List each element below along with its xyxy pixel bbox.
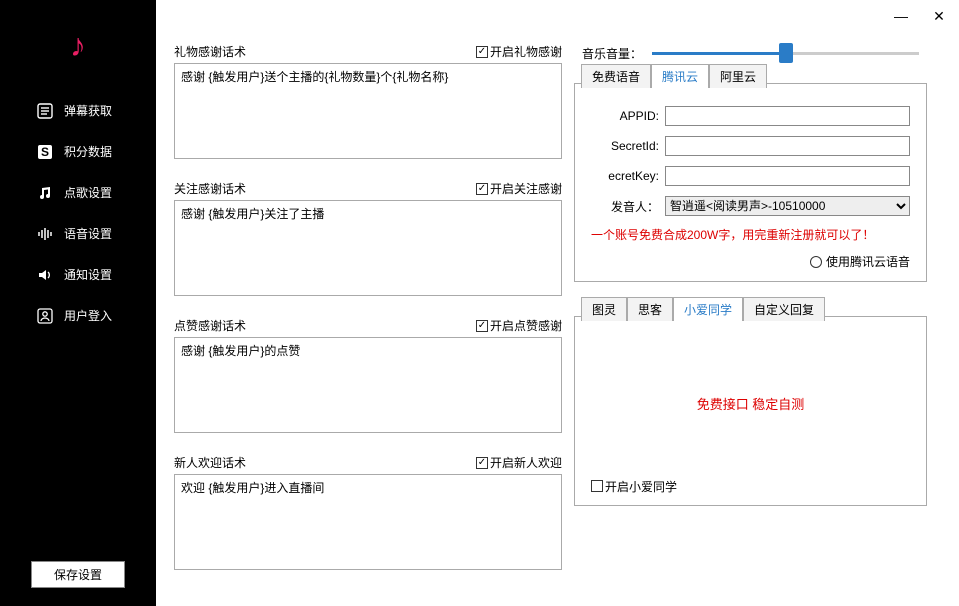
follow-block: 关注感谢话术 ✓开启关注感谢 <box>174 180 562 299</box>
sidebar-item-song[interactable]: 点歌设置 <box>0 172 156 213</box>
s-icon: S <box>36 144 54 160</box>
appid-label: APPID: <box>591 109 665 123</box>
welcome-checkbox[interactable]: ✓开启新人欢迎 <box>476 454 562 471</box>
right-column: 音乐音量： 免费语音 腾讯云 阿里云 APPID: SecretId: <box>574 8 951 598</box>
bot-panel: 图灵 思客 小爱同学 自定义回复 免费接口 稳定自测 开启小爱同学 <box>574 316 927 506</box>
secretkey-input[interactable] <box>665 166 910 186</box>
volume-label: 音乐音量： <box>582 45 642 62</box>
music-note-icon: ♪ <box>70 27 86 64</box>
welcome-textarea[interactable] <box>174 474 562 570</box>
follow-textarea[interactable] <box>174 200 562 296</box>
sidebar-item-voice[interactable]: 语音设置 <box>0 213 156 254</box>
gift-block: 礼物感谢话术 ✓开启礼物感谢 <box>174 43 562 162</box>
gift-checkbox[interactable]: ✓开启礼物感谢 <box>476 43 562 60</box>
volume-slider[interactable] <box>652 43 919 63</box>
enable-xiaoai-checkbox[interactable]: 开启小爱同学 <box>591 478 910 495</box>
secretid-label: SecretId: <box>591 139 665 153</box>
secretkey-label: ecretKey: <box>591 169 665 183</box>
tab-tuling[interactable]: 图灵 <box>581 297 627 321</box>
tab-free-voice[interactable]: 免费语音 <box>581 64 651 88</box>
tab-sike[interactable]: 思客 <box>627 297 673 321</box>
sidebar-item-label: 用户登入 <box>64 307 112 324</box>
user-icon <box>36 308 54 324</box>
sidebar-item-login[interactable]: 用户登入 <box>0 295 156 336</box>
sidebar-item-notify[interactable]: 通知设置 <box>0 254 156 295</box>
welcome-block: 新人欢迎话术 ✓开启新人欢迎 <box>174 454 562 573</box>
main-content: — ✕ 礼物感谢话术 ✓开启礼物感谢 关注感谢话术 ✓开启关注感谢 点赞感谢话术… <box>156 0 959 606</box>
sidebar-item-label: 通知设置 <box>64 266 112 283</box>
window-controls: — ✕ <box>891 6 949 26</box>
tab-custom-reply[interactable]: 自定义回复 <box>743 297 825 321</box>
logo-area: ♪ <box>0 0 156 90</box>
appid-input[interactable] <box>665 106 910 126</box>
tts-panel: 免费语音 腾讯云 阿里云 APPID: SecretId: ecretKey: … <box>574 83 927 282</box>
voice-select[interactable]: 智逍遥<阅读男声>-10510000 <box>665 196 910 216</box>
like-textarea[interactable] <box>174 337 562 433</box>
sidebar: ♪ 弹幕获取 S 积分数据 点歌设置 语音设置 通知设置 用户登入 保存设置 <box>0 0 156 606</box>
tts-tabs: 免费语音 腾讯云 阿里云 <box>581 64 767 88</box>
speaker-icon <box>36 267 54 283</box>
sidebar-item-label: 语音设置 <box>64 225 112 242</box>
waveform-icon <box>36 226 54 242</box>
voice-label: 发音人： <box>591 198 665 215</box>
list-icon <box>36 103 54 119</box>
secretid-input[interactable] <box>665 136 910 156</box>
tab-tencent[interactable]: 腾讯云 <box>651 64 709 88</box>
like-checkbox[interactable]: ✓开启点赞感谢 <box>476 317 562 334</box>
tab-xiaoai[interactable]: 小爱同学 <box>673 297 743 321</box>
tts-notice: 一个账号免费合成200W字，用完重新注册就可以了！ <box>591 226 910 243</box>
like-title: 点赞感谢话术 <box>174 317 246 334</box>
sidebar-item-label: 点歌设置 <box>64 184 112 201</box>
svg-text:S: S <box>41 145 49 159</box>
follow-title: 关注感谢话术 <box>174 180 246 197</box>
gift-textarea[interactable] <box>174 63 562 159</box>
use-tencent-radio[interactable]: 使用腾讯云语音 <box>810 253 910 270</box>
minimize-button[interactable]: — <box>891 6 911 26</box>
like-block: 点赞感谢话术 ✓开启点赞感谢 <box>174 317 562 436</box>
welcome-title: 新人欢迎话术 <box>174 454 246 471</box>
tab-aliyun[interactable]: 阿里云 <box>709 64 767 88</box>
bot-tabs: 图灵 思客 小爱同学 自定义回复 <box>581 297 825 321</box>
volume-row: 音乐音量： <box>574 43 927 63</box>
music-icon <box>36 185 54 201</box>
sidebar-item-danmu[interactable]: 弹幕获取 <box>0 90 156 131</box>
gift-title: 礼物感谢话术 <box>174 43 246 60</box>
sidebar-item-label: 弹幕获取 <box>64 102 112 119</box>
follow-checkbox[interactable]: ✓开启关注感谢 <box>476 180 562 197</box>
close-button[interactable]: ✕ <box>929 6 949 26</box>
save-settings-button[interactable]: 保存设置 <box>31 561 125 588</box>
sidebar-item-label: 积分数据 <box>64 143 112 160</box>
sidebar-item-points[interactable]: S 积分数据 <box>0 131 156 172</box>
bot-center-text: 免费接口 稳定自测 <box>591 329 910 478</box>
left-column: 礼物感谢话术 ✓开启礼物感谢 关注感谢话术 ✓开启关注感谢 点赞感谢话术 ✓开启… <box>174 8 562 598</box>
slider-thumb-icon <box>779 43 793 63</box>
